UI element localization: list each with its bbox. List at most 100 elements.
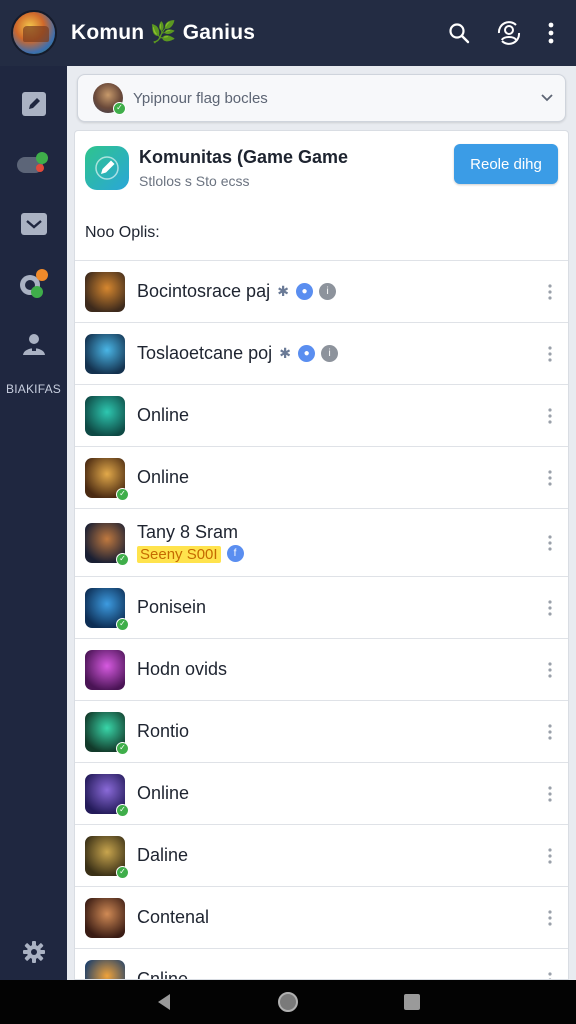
rail-item-edit[interactable] xyxy=(0,78,67,130)
back-icon xyxy=(158,994,170,1010)
avatar xyxy=(85,271,125,312)
list-item[interactable]: ✓ Daline xyxy=(75,825,568,887)
search-input[interactable]: Ypipnour flag bocles xyxy=(133,90,529,107)
gear-icon xyxy=(22,941,45,963)
recents-button[interactable] xyxy=(400,990,424,1014)
member-status-highlight: Seeny S00I xyxy=(137,546,221,563)
row-more-button[interactable] xyxy=(532,334,568,374)
more-vert-icon xyxy=(548,661,552,678)
member-text: Online xyxy=(137,467,532,488)
list-item[interactable]: Online xyxy=(75,385,568,447)
star-icon: ✱ xyxy=(277,283,289,299)
more-vert-icon xyxy=(548,847,552,864)
avatar: ✓ xyxy=(85,587,129,631)
member-name: Hodn ovids xyxy=(137,659,228,679)
avatar: ✓ xyxy=(85,711,129,755)
app-logo[interactable] xyxy=(11,10,57,56)
row-more-button[interactable] xyxy=(532,523,568,563)
list-item[interactable]: ✓ Online xyxy=(75,447,568,509)
search-button[interactable] xyxy=(434,11,484,55)
more-vert-icon xyxy=(548,723,552,740)
list-item[interactable]: ✓ Ponisein xyxy=(75,577,568,639)
community-header: Komunitas (Game Game Stlolos s Sto ecss … xyxy=(75,131,568,205)
app-title: Komun 🌿 Ganius xyxy=(71,21,256,44)
recents-icon xyxy=(404,994,420,1010)
avatar xyxy=(85,395,125,436)
community-action-button[interactable]: Reole dihg xyxy=(454,144,558,184)
member-name: Ponisein xyxy=(137,597,207,617)
rail-item-games[interactable] xyxy=(0,138,67,190)
rail-item-people[interactable] xyxy=(0,318,67,370)
more-vert-icon xyxy=(548,469,552,486)
expand-button[interactable] xyxy=(529,93,565,103)
row-more-button[interactable] xyxy=(532,458,568,498)
row-more-button[interactable] xyxy=(532,272,568,312)
row-more-button[interactable] xyxy=(532,960,568,979)
search-bar[interactable]: ✓ Ypipnour flag bocles xyxy=(77,74,566,122)
member-name: Rontio xyxy=(137,721,190,741)
home-button[interactable] xyxy=(276,990,300,1014)
community-subtitle: Stlolos s Sto ecss xyxy=(139,173,250,189)
list-item[interactable]: Toslaoetcane poj ✱ ● i xyxy=(75,323,568,385)
row-more-button[interactable] xyxy=(532,588,568,628)
row-more-button[interactable] xyxy=(532,836,568,876)
section-heading: Noo Oplis: xyxy=(75,205,568,261)
verified-badge-icon: ✓ xyxy=(116,865,129,879)
member-name: Online xyxy=(137,405,190,425)
more-vert-icon xyxy=(548,283,552,300)
member-text: Bocintosrace paj ✱ ● i xyxy=(137,281,532,302)
member-text: Tany 8 Sram Seeny S00I f xyxy=(137,522,532,563)
status-dot-icon: ● xyxy=(296,283,314,300)
row-more-button[interactable] xyxy=(532,774,568,814)
more-vert-icon xyxy=(548,909,552,926)
avatar: ✓ xyxy=(85,773,129,817)
member-text: Online xyxy=(137,405,532,426)
row-more-button[interactable] xyxy=(532,396,568,436)
more-vert-icon xyxy=(548,534,552,551)
member-text: Ponisein xyxy=(137,597,532,618)
row-more-button[interactable] xyxy=(532,712,568,752)
avatar: ✓ xyxy=(85,522,129,566)
list-item[interactable]: ✓ Rontio xyxy=(75,701,568,763)
list-item[interactable]: ✓ Online xyxy=(75,763,568,825)
avatar: ✓ xyxy=(93,83,126,115)
community-panel: Komunitas (Game Game Stlolos s Sto ecss … xyxy=(74,130,569,980)
pencil-icon xyxy=(95,156,119,180)
member-name: Toslaoetcane poj xyxy=(137,343,273,363)
profile-sync-button[interactable] xyxy=(484,11,534,55)
main-content: ✓ Ypipnour flag bocles Komunitas (Game G… xyxy=(67,66,576,980)
list-item[interactable]: Hodn ovids xyxy=(75,639,568,701)
row-more-button[interactable] xyxy=(532,650,568,690)
member-list: Bocintosrace paj ✱ ● i Toslaoetcane poj ✱ ● i On… xyxy=(75,261,568,979)
link-icon xyxy=(19,269,48,298)
app-bar: Komun 🌿 Ganius xyxy=(0,0,576,66)
verified-badge-icon: ✓ xyxy=(116,741,129,755)
verified-badge-icon: ✓ xyxy=(116,552,129,566)
list-item[interactable]: ✓ Tany 8 Sram Seeny S00I f xyxy=(75,509,568,577)
community-icon xyxy=(85,146,129,190)
member-name: Online xyxy=(137,467,190,487)
info-icon: i xyxy=(321,345,339,362)
back-button[interactable] xyxy=(152,990,176,1014)
rail-item-links[interactable] xyxy=(0,258,67,310)
status-dot-icon: ● xyxy=(298,345,316,362)
rail-item-settings[interactable] xyxy=(0,926,67,978)
system-nav-bar xyxy=(0,980,576,1024)
verified-badge-icon: ✓ xyxy=(116,487,129,501)
overflow-menu-button[interactable] xyxy=(534,11,568,55)
avatar: ✓ xyxy=(85,835,129,879)
people-icon xyxy=(22,334,45,355)
avatar xyxy=(85,897,125,938)
list-item[interactable]: Contenal xyxy=(75,887,568,949)
community-title: Komunitas (Game Game xyxy=(139,147,349,167)
list-item[interactable]: Bocintosrace paj ✱ ● i xyxy=(75,261,568,323)
member-text: Daline xyxy=(137,845,532,866)
member-text: Rontio xyxy=(137,721,532,742)
rail-item-inbox[interactable] xyxy=(0,198,67,250)
home-icon xyxy=(278,992,298,1012)
avatar xyxy=(85,649,125,690)
list-item[interactable]: Cnline xyxy=(75,949,568,979)
more-vert-icon xyxy=(548,599,552,616)
chevron-down-icon xyxy=(541,94,553,102)
row-more-button[interactable] xyxy=(532,898,568,938)
